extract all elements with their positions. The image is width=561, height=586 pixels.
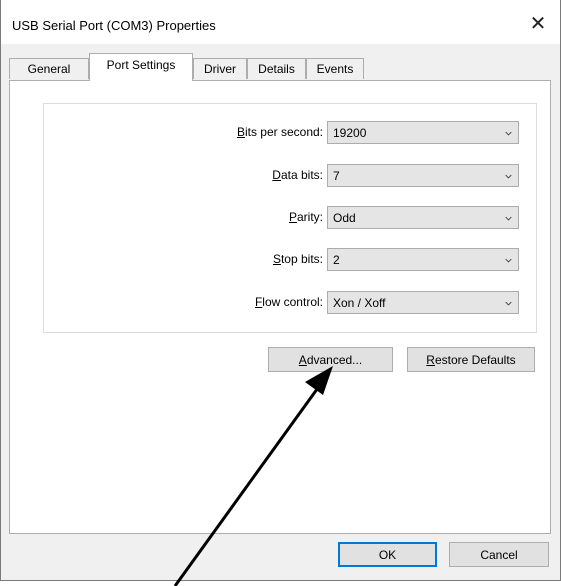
stop-bits-value: 2 — [333, 253, 340, 267]
ok-button[interactable]: OK — [338, 542, 437, 567]
data-bits-row: Data bits: 7 — [44, 164, 538, 188]
tab-driver[interactable]: Driver — [193, 58, 247, 79]
parity-row: Parity: Odd — [44, 206, 538, 230]
chevron-down-icon — [505, 258, 512, 263]
flow-control-label: Flow control: — [254, 295, 323, 309]
settings-group: Bits per second: 19200 Data bits: 7 Pari… — [43, 103, 537, 333]
properties-dialog: USB Serial Port (COM3) Properties ✕ Gene… — [0, 0, 561, 581]
parity-label: Parity: — [288, 210, 323, 224]
tab-details[interactable]: Details — [247, 58, 306, 79]
flow-control-value: Xon / Xoff — [333, 296, 386, 310]
close-button[interactable]: ✕ — [524, 10, 552, 36]
bits-per-second-select[interactable]: 19200 — [327, 121, 519, 144]
data-bits-select[interactable]: 7 — [327, 164, 519, 187]
chevron-down-icon — [505, 131, 512, 136]
close-icon: ✕ — [529, 12, 547, 35]
window-title: USB Serial Port (COM3) Properties — [12, 18, 216, 33]
stop-bits-row: Stop bits: 2 — [44, 248, 538, 272]
title-bar[interactable]: USB Serial Port (COM3) Properties ✕ — [1, 0, 560, 44]
restore-defaults-button[interactable]: Restore Defaults — [407, 347, 535, 372]
stop-bits-select[interactable]: 2 — [327, 248, 519, 271]
tab-events[interactable]: Events — [306, 58, 364, 79]
bits-per-second-label: Bits per second: — [236, 125, 323, 139]
parity-value: Odd — [333, 211, 356, 225]
tab-port-settings[interactable]: Port Settings — [89, 53, 193, 81]
data-bits-value: 7 — [333, 169, 340, 183]
chevron-down-icon — [505, 301, 512, 306]
parity-select[interactable]: Odd — [327, 206, 519, 229]
bits-per-second-value: 19200 — [333, 126, 367, 140]
stop-bits-label: Stop bits: — [272, 252, 323, 266]
chevron-down-icon — [505, 174, 512, 179]
flow-control-select[interactable]: Xon / Xoff — [327, 291, 519, 314]
restore-defaults-button-label: Restore Defaults — [426, 352, 516, 367]
chevron-down-icon — [505, 216, 512, 221]
advanced-button-label: Advanced... — [298, 352, 363, 367]
port-settings-page: Bits per second: 19200 Data bits: 7 Pari… — [9, 80, 551, 534]
data-bits-label: Data bits: — [272, 168, 323, 182]
flow-control-row: Flow control: Xon / Xoff — [44, 291, 538, 315]
cancel-button[interactable]: Cancel — [449, 542, 549, 567]
tab-general[interactable]: General — [9, 58, 89, 79]
advanced-button[interactable]: Advanced... — [268, 347, 393, 372]
bits-per-second-row: Bits per second: 19200 — [44, 121, 538, 145]
